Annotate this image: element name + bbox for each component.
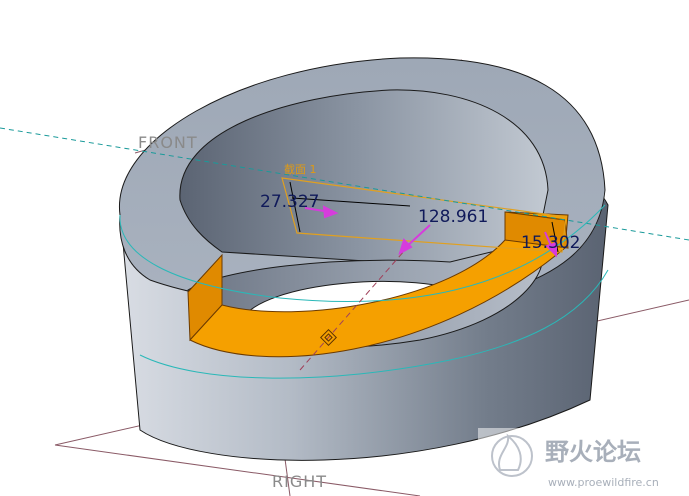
model-canvas[interactable]: FRONT RIGHT 截面 1 27.327 128.961 15.302 野…	[0, 0, 689, 496]
section-label[interactable]: 截面 1	[284, 162, 317, 176]
right-plane-label[interactable]: RIGHT	[272, 472, 327, 491]
watermark: 野火论坛 www.proewildfire.cn	[478, 428, 689, 496]
watermark-title: 野火论坛	[545, 438, 641, 466]
dimension-depth[interactable]: 27.327	[260, 192, 319, 212]
watermark-url: www.proewildfire.cn	[548, 476, 659, 489]
graphics-viewport[interactable]: FRONT RIGHT 截面 1 27.327 128.961 15.302 野…	[0, 0, 689, 496]
dimension-width[interactable]: 128.961	[418, 207, 488, 227]
dimension-height[interactable]: 15.302	[521, 233, 580, 253]
front-plane-label[interactable]: FRONT	[138, 133, 198, 152]
